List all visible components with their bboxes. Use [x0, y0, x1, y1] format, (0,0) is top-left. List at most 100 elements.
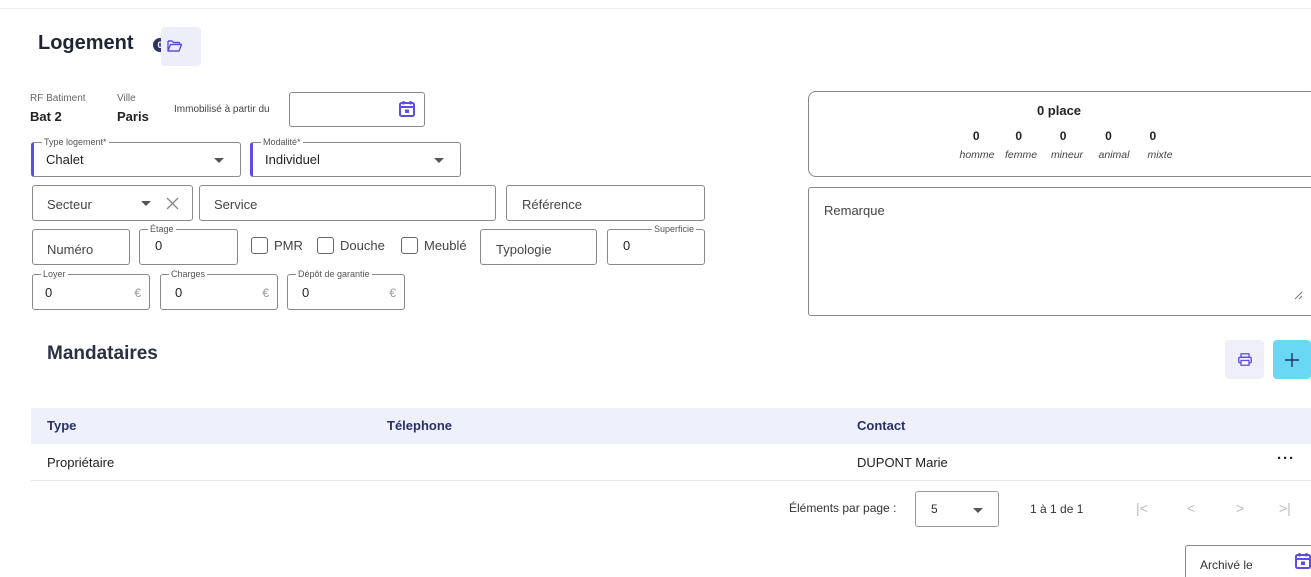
- section-title-mandataires: Mandataires: [47, 343, 158, 364]
- modalite-value: Individuel: [265, 152, 320, 167]
- secteur-select[interactable]: Secteur: [32, 185, 193, 221]
- remarque-placeholder: Remarque: [824, 203, 885, 218]
- rf-batiment-label: RF Batiment: [30, 93, 86, 104]
- place-label-mixte: mixte: [1147, 149, 1173, 161]
- immobilise-label: Immobilisé à partir du: [174, 104, 270, 115]
- place-label-homme: homme: [959, 149, 995, 161]
- charges-label: Charges: [169, 268, 208, 280]
- pagination-range: 1 à 1 de 1: [1030, 502, 1084, 516]
- ville-label: Ville: [117, 93, 136, 104]
- modalite-select[interactable]: Modalité* Individuel: [250, 136, 461, 177]
- previous-page-icon[interactable]: <: [1187, 500, 1195, 516]
- pmr-checkbox-box[interactable]: [251, 237, 268, 254]
- place-label-femme: femme: [1004, 149, 1038, 161]
- calendar-icon[interactable]: [1294, 552, 1311, 570]
- place-count-femme: 0: [1015, 129, 1023, 143]
- next-page-icon[interactable]: >: [1236, 500, 1244, 516]
- etage-input[interactable]: Étage 0: [139, 223, 238, 265]
- pagination-per-page-label: Éléments par page :: [789, 501, 897, 515]
- place-label-animal: animal: [1098, 149, 1130, 161]
- archive-date-input[interactable]: Archivé le: [1185, 545, 1311, 577]
- typologie-placeholder: Typologie: [496, 242, 552, 257]
- type-logement-label: Type logement*: [42, 136, 109, 148]
- etage-value: 0: [155, 238, 163, 253]
- archive-label: Archivé le: [1200, 558, 1253, 572]
- type-logement-select[interactable]: Type logement* Chalet: [31, 136, 241, 177]
- euro-symbol: €: [134, 286, 141, 300]
- column-header-telephone[interactable]: Télephone: [387, 418, 452, 433]
- clear-icon[interactable]: [166, 197, 179, 210]
- numero-input[interactable]: Numéro: [32, 229, 130, 265]
- places-title: 0 place: [1036, 103, 1082, 118]
- chevron-down-icon: [434, 158, 444, 163]
- section-title-logement: Logement: [38, 32, 134, 54]
- loyer-value: 0: [45, 285, 53, 300]
- column-header-contact[interactable]: Contact: [857, 418, 905, 433]
- remarque-textarea[interactable]: Remarque: [808, 187, 1311, 316]
- ville-value: Paris: [117, 109, 149, 124]
- etage-label: Étage: [148, 223, 176, 235]
- loyer-label: Loyer: [41, 268, 68, 280]
- places-labels: homme femme mineur animal mixte: [955, 149, 1185, 161]
- chevron-down-icon: [214, 158, 224, 163]
- modalite-label: Modalité*: [261, 136, 303, 148]
- per-page-select[interactable]: 5: [915, 491, 999, 527]
- loyer-input[interactable]: Loyer 0 €: [32, 268, 150, 310]
- depot-garantie-input[interactable]: Dépôt de garantie 0 €: [287, 268, 405, 310]
- type-logement-value: Chalet: [46, 152, 84, 167]
- places-counts: 0 0 0 0 0: [955, 129, 1175, 143]
- meuble-label: Meublé: [424, 238, 467, 253]
- folder-open-icon: [167, 39, 183, 52]
- superficie-label: Superficie: [651, 223, 696, 235]
- top-divider: [0, 8, 1311, 9]
- numero-placeholder: Numéro: [47, 242, 94, 257]
- douche-checkbox[interactable]: Douche: [317, 237, 385, 254]
- service-placeholder: Service: [214, 197, 258, 212]
- chevron-down-icon: [973, 508, 983, 513]
- charges-input[interactable]: Charges 0 €: [160, 268, 278, 310]
- typologie-input[interactable]: Typologie: [480, 229, 597, 265]
- douche-checkbox-box[interactable]: [317, 237, 334, 254]
- secteur-placeholder: Secteur: [47, 197, 92, 212]
- places-summary-panel: 0 place 0 0 0 0 0 homme femme mineur ani…: [808, 91, 1311, 177]
- rf-batiment-value: Bat 2: [30, 109, 62, 124]
- pmr-label: PMR: [274, 238, 303, 253]
- row-more-actions-icon[interactable]: ···: [1277, 450, 1295, 467]
- immobilise-date-input[interactable]: [289, 92, 425, 127]
- euro-symbol: €: [389, 286, 396, 300]
- chevron-down-icon: [141, 201, 151, 206]
- printer-icon: [1237, 353, 1252, 366]
- charges-value: 0: [175, 285, 183, 300]
- last-page-icon[interactable]: >|: [1279, 500, 1291, 516]
- table-header: Type Télephone Contact: [31, 408, 1311, 444]
- reference-input[interactable]: Référence: [506, 185, 705, 221]
- plus-icon: [1285, 352, 1299, 367]
- douche-label: Douche: [340, 238, 385, 253]
- place-label-mineur: mineur: [1050, 149, 1084, 161]
- service-input[interactable]: Service: [199, 185, 496, 221]
- place-count-homme: 0: [972, 129, 980, 143]
- euro-symbol: €: [262, 286, 269, 300]
- meuble-checkbox-box[interactable]: [401, 237, 418, 254]
- depot-garantie-label: Dépôt de garantie: [296, 268, 372, 280]
- cell-contact: DUPONT Marie: [857, 455, 948, 470]
- folder-open-button[interactable]: [161, 27, 201, 66]
- meuble-checkbox[interactable]: Meublé: [401, 237, 467, 254]
- per-page-value: 5: [931, 502, 938, 516]
- add-mandataire-button[interactable]: [1273, 340, 1311, 379]
- pmr-checkbox[interactable]: PMR: [251, 237, 303, 254]
- depot-garantie-value: 0: [302, 285, 310, 300]
- place-count-mineur: 0: [1059, 129, 1067, 143]
- resize-handle-icon[interactable]: [1294, 291, 1303, 300]
- print-button[interactable]: [1225, 340, 1264, 379]
- cell-type: Propriétaire: [47, 455, 115, 470]
- superficie-input[interactable]: Superficie 0: [607, 223, 705, 265]
- reference-placeholder: Référence: [522, 197, 582, 212]
- first-page-icon[interactable]: |<: [1136, 500, 1148, 516]
- table-row[interactable]: Propriétaire DUPONT Marie ···: [31, 444, 1311, 481]
- place-count-mixte: 0: [1149, 129, 1157, 143]
- superficie-value: 0: [623, 238, 631, 253]
- calendar-icon[interactable]: [398, 100, 416, 118]
- column-header-type[interactable]: Type: [47, 418, 76, 433]
- place-count-animal: 0: [1105, 129, 1112, 143]
